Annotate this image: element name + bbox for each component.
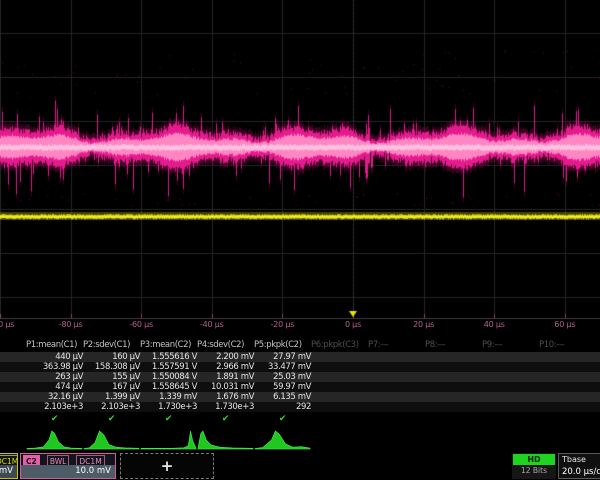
P2-histicon[interactable] [83, 428, 140, 452]
measurement-value: 2.200 mV [197, 352, 254, 362]
axis-tick-label: -80 µs [59, 320, 83, 329]
P4-histicon[interactable] [197, 428, 254, 452]
status-check-icon: ✔ [83, 414, 140, 424]
hd-badge: HD [513, 454, 555, 465]
P1-histicon[interactable] [26, 428, 83, 452]
measurement-value: 1.557591 V [140, 362, 197, 372]
hd-mode-indicator[interactable]: HD 12 Bits [512, 453, 556, 479]
stat-row: 2.103e+32.103e+31.730e+31.730e+3292 [0, 402, 600, 412]
param-header-1[interactable]: P1:mean(C1) [26, 340, 83, 350]
channel-c1-descriptor[interactable]: DC1M 10.0 mV [0, 453, 18, 479]
measurement-value: 292 [254, 402, 311, 412]
stat-row: 363.98 µV158.308 µV1.557591 V2.966 mV33.… [0, 362, 600, 372]
measurement-value: 27.97 mV [254, 352, 311, 362]
measurement-value: 440 µV [26, 352, 83, 362]
timebase-label: Tbase [562, 455, 586, 464]
axis-tick-label: 0 µs [345, 320, 361, 329]
measurement-value: 1.676 mV [197, 392, 254, 402]
param-header-4[interactable]: P4:sdev(C2) [197, 340, 254, 350]
measurement-value: 1.891 mV [197, 372, 254, 382]
add-trace-button[interactable]: + [120, 453, 214, 479]
measurement-value: 167 µV [83, 382, 140, 392]
axis-tick-label: 60 µs [554, 320, 575, 329]
stat-row: 263 µV155 µV1.550084 V1.891 mV25.03 mV [0, 372, 600, 382]
measurement-value: 59.97 mV [254, 382, 311, 392]
measurement-value: 160 µV [83, 352, 140, 362]
measurement-value: 2.103e+3 [83, 402, 140, 412]
measurement-table: P1:mean(C1)P2:sdev(C1)P3:mean(C2)P4:sdev… [0, 338, 600, 428]
axis-tick-label: 20 µs [413, 320, 434, 329]
measurement-value: 32.16 µV [26, 392, 83, 402]
param-header-5[interactable]: P5:pkpk(C2) [254, 340, 311, 350]
measurement-value: 25.03 mV [254, 372, 311, 382]
param-header-3[interactable]: P3:mean(C2) [140, 340, 197, 350]
measurement-value: 1.730e+3 [197, 402, 254, 412]
param-header-10[interactable]: P10:--- [539, 340, 596, 350]
c1-vdiv-value: 10.0 mV [0, 465, 17, 478]
axis-tick-label: -100 µs [0, 320, 14, 329]
status-check-icon: ✔ [254, 414, 311, 424]
axis-tick-label: -20 µs [271, 320, 295, 329]
measurement-value: 363.98 µV [26, 362, 83, 372]
timebase-value: 20.0 µs/div [562, 467, 600, 477]
measurement-value: 1.339 mV [140, 392, 197, 402]
param-header-7[interactable]: P7:--- [368, 340, 425, 350]
measurement-value: 2.103e+3 [26, 402, 83, 412]
stat-row: 32.16 µV1.399 µV1.339 mV1.676 mV6.135 mV [0, 392, 600, 402]
param-header-9[interactable]: P9:--- [482, 340, 539, 350]
measurement-value: 158.308 µV [83, 362, 140, 372]
param-header-8[interactable]: P8:--- [425, 340, 482, 350]
measurement-value: 1.730e+3 [140, 402, 197, 412]
measurement-value: 2.966 mV [197, 362, 254, 372]
P5-histicon[interactable] [254, 428, 311, 452]
timebase-descriptor[interactable]: Tbase 20.0 µs/div [558, 453, 600, 479]
status-check-icon: ✔ [140, 414, 197, 424]
measurement-value: 1.399 µV [83, 392, 140, 402]
measurement-value: 1.555616 V [140, 352, 197, 362]
c2-vdiv-value: 10.0 mV [21, 465, 115, 478]
measurement-value: 1.550084 V [140, 372, 197, 382]
status-check-icon: ✔ [197, 414, 254, 424]
oscilloscope-screen: Undo Autosetup -100 µs-80 µs-60 µs-40 µs… [0, 0, 600, 480]
measurement-value: 474 µV [26, 382, 83, 392]
measurement-value: 155 µV [83, 372, 140, 382]
channel-c2-descriptor[interactable]: C2 BWL DC1M 10.0 mV [20, 453, 116, 479]
hd-bits-label: 12 Bits [512, 466, 556, 475]
axis-tick-label: -40 µs [200, 320, 224, 329]
measurement-value: 1.558645 V [140, 382, 197, 392]
measurement-value: 10.031 mV [197, 382, 254, 392]
waveform-display[interactable] [0, 0, 600, 332]
axis-tick-label: -60 µs [129, 320, 153, 329]
P3-histicon[interactable] [140, 428, 197, 452]
stat-row: 474 µV167 µV1.558645 V10.031 mV59.97 mV [0, 382, 600, 392]
axis-tick-label: 40 µs [484, 320, 505, 329]
param-header-6[interactable]: P6:pkpk(C3) [311, 340, 368, 350]
measurement-value: 33.477 mV [254, 362, 311, 372]
param-header-2[interactable]: P2:sdev(C1) [83, 340, 140, 350]
measurement-value: 263 µV [26, 372, 83, 382]
status-check-icon: ✔ [26, 414, 83, 424]
stat-row: 440 µV160 µV1.555616 V2.200 mV27.97 mV [0, 352, 600, 362]
measurement-value: 6.135 mV [254, 392, 311, 402]
